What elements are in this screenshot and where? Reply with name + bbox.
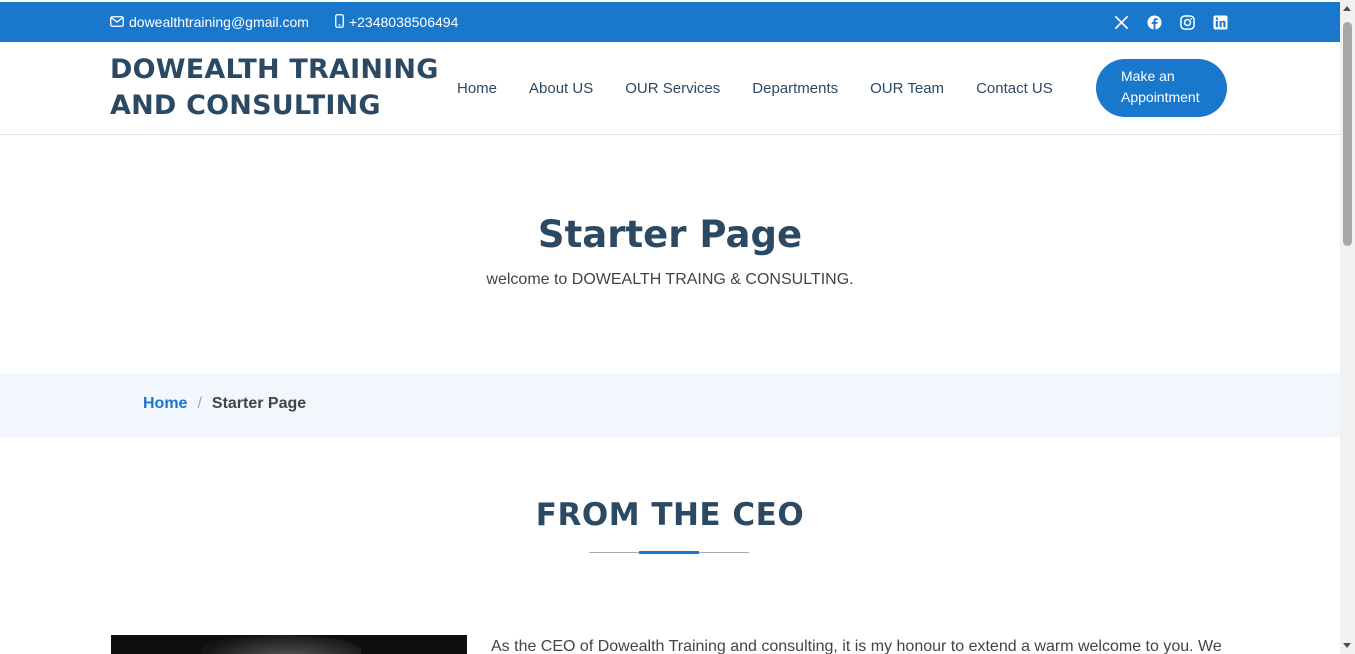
breadcrumb-current: Starter Page [211, 395, 307, 412]
nav-home[interactable]: Home [441, 80, 513, 97]
nav-contact-us[interactable]: Contact US [960, 80, 1069, 97]
phone-icon [335, 13, 349, 31]
nav-about-us[interactable]: About US [513, 80, 609, 97]
phone-contact[interactable]: +2348038506494 [335, 13, 459, 31]
topbar-contact: dowealthtraining@gmail.com +234803850649… [110, 2, 484, 42]
site-header: DOWEALTH TRAINING AND CONSULTING Home Ab… [0, 42, 1340, 135]
email-text: dowealthtraining@gmail.com [129, 14, 309, 30]
x-twitter-icon[interactable] [1114, 15, 1129, 30]
breadcrumb: Home / Starter Page [0, 373, 1340, 437]
appointment-label-1: Make an [1121, 68, 1175, 84]
nav-our-services[interactable]: OUR Services [609, 80, 736, 97]
breadcrumb-separator: / [197, 395, 202, 412]
envelope-icon [110, 14, 129, 30]
breadcrumb-home-link[interactable]: Home [143, 395, 187, 413]
page-subtitle: welcome to DOWEALTH TRAING & CONSULTING. [486, 271, 854, 288]
scroll-up-arrow-icon[interactable] [1343, 6, 1351, 11]
make-appointment-button[interactable]: Make an Appointment [1096, 59, 1227, 117]
ceo-photo [111, 635, 467, 654]
social-links [1096, 2, 1228, 42]
facebook-icon[interactable] [1147, 14, 1162, 30]
main-nav: Home About US OUR Services Departments O… [441, 42, 1069, 134]
ceo-message: As the CEO of Dowealth Training and cons… [491, 638, 1222, 654]
vertical-scrollbar[interactable] [1340, 0, 1355, 654]
topbar: dowealthtraining@gmail.com +234803850649… [0, 2, 1340, 42]
page: dowealthtraining@gmail.com +234803850649… [0, 0, 1340, 654]
page-title: Starter Page [537, 213, 803, 256]
nav-our-team[interactable]: OUR Team [854, 80, 960, 97]
site-logo[interactable]: DOWEALTH TRAINING AND CONSULTING [110, 52, 439, 124]
logo-line-1: DOWEALTH TRAINING [110, 54, 439, 85]
linkedin-icon[interactable] [1213, 14, 1228, 30]
scrollbar-thumb[interactable] [1343, 22, 1352, 246]
section-title: FROM THE CEO [535, 497, 805, 533]
instagram-icon[interactable] [1180, 14, 1195, 30]
scroll-down-arrow-icon[interactable] [1343, 643, 1351, 648]
section-divider-accent [639, 551, 699, 554]
logo-line-2: AND CONSULTING [110, 90, 381, 121]
email-contact[interactable]: dowealthtraining@gmail.com [110, 14, 309, 30]
phone-text: +2348038506494 [348, 14, 459, 30]
nav-departments[interactable]: Departments [736, 80, 854, 97]
appointment-label-2: Appointment [1121, 89, 1200, 105]
